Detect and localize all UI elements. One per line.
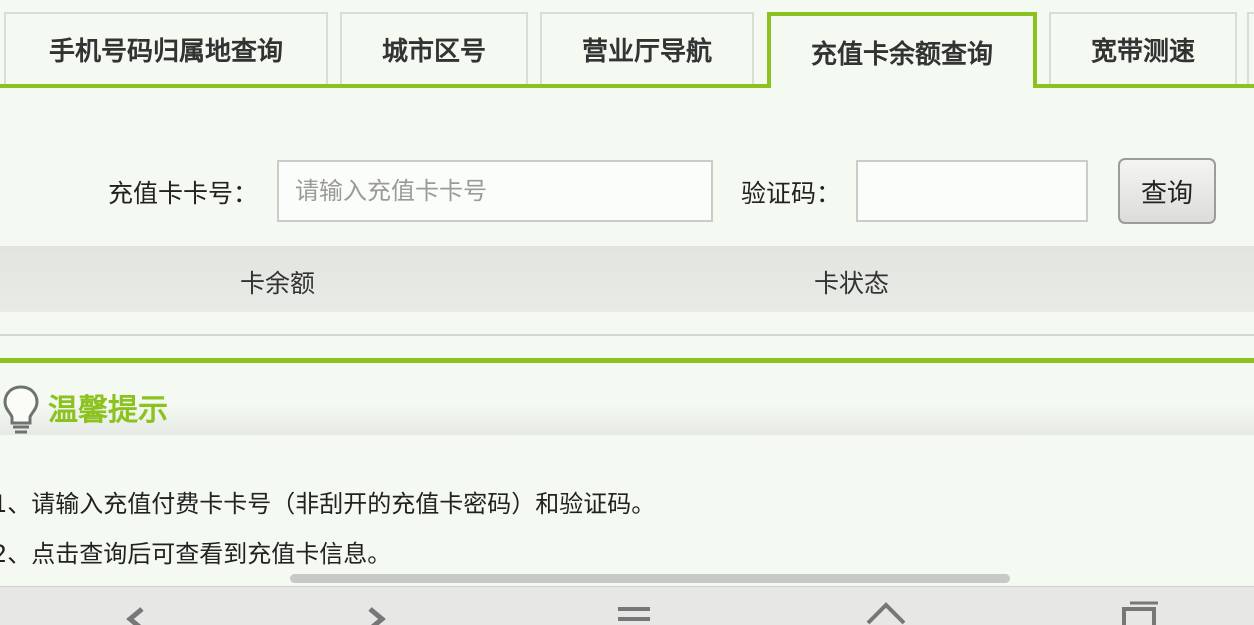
tab-broadband-speed[interactable]: 宽带测速 <box>1049 12 1237 84</box>
captcha-label: 验证码： <box>741 179 842 208</box>
result-table-row <box>0 312 1254 336</box>
tip-item-2: 2、点击查询后可查看到充值卡信息。 <box>0 540 392 568</box>
forward-icon[interactable] <box>338 587 418 625</box>
tab-card-balance[interactable]: 充值卡余额查询 <box>767 12 1037 88</box>
captcha-input[interactable] <box>856 160 1088 222</box>
tab-city-code[interactable]: 城市区号 <box>340 12 528 84</box>
tab-phone-location[interactable]: 手机号码归属地查询 <box>4 12 328 84</box>
tip-item-1: 1、请输入充值付费卡卡号（非刮开的充值卡密码）和验证码。 <box>0 490 656 518</box>
card-number-input[interactable] <box>277 160 713 222</box>
tabs-icon[interactable] <box>1098 587 1178 625</box>
column-card-status: 卡状态 <box>814 269 890 298</box>
horizontal-scrollbar[interactable] <box>290 574 1010 583</box>
tab-bar: 手机号码归属地查询 城市区号 营业厅导航 充值卡余额查询 宽带测速 <box>0 0 1254 88</box>
tab-baseline <box>0 84 1254 88</box>
lightbulb-icon <box>3 385 39 434</box>
home-icon[interactable] <box>846 587 926 625</box>
card-number-label: 充值卡卡号： <box>108 179 259 208</box>
browser-bottom-nav <box>0 586 1254 625</box>
menu-icon[interactable] <box>594 587 674 625</box>
query-button[interactable]: 查询 <box>1118 158 1216 224</box>
query-form: 充值卡卡号： 验证码： 查询 <box>0 158 1254 224</box>
back-icon[interactable] <box>94 587 174 625</box>
tab-store-navigation[interactable]: 营业厅导航 <box>540 12 754 84</box>
tips-header: 温馨提示 <box>0 363 1254 435</box>
tab-overflow[interactable] <box>1247 12 1254 84</box>
tips-title: 温馨提示 <box>48 393 168 428</box>
result-table-header: 卡余额 卡状态 <box>0 246 1254 312</box>
column-card-balance: 卡余额 <box>240 269 316 298</box>
